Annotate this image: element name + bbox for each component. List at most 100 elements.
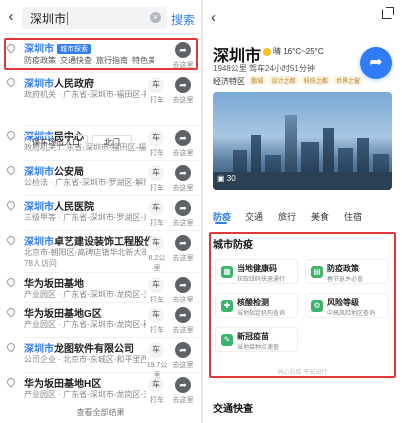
result-address: 产业园区 · 广东省-深圳市-龙岗区-五和… <box>24 390 146 399</box>
result-title[interactable]: 华为坂田基地H区 <box>24 375 101 390</box>
card-health-code[interactable]: ▦ 当地健康码 获取绿码快速通行 <box>215 259 298 284</box>
result-title[interactable]: 深圳市人民政府 <box>24 75 94 90</box>
card-vaccine[interactable]: ✎ 新冠疫苗 当地接种点速查 <box>215 327 298 352</box>
view-all-results-link[interactable]: 查看全部结果 <box>0 407 201 418</box>
result-row[interactable]: 华为坂田基地产业园区 · 广东省-深圳市-龙岗区-五和…车打车 ➦ 去这里 <box>0 272 201 305</box>
row-divider <box>24 72 201 73</box>
card-risk-level[interactable]: ⚙ 风险等级 中高风险地区查询 <box>305 293 388 318</box>
search-button[interactable]: 搜索 <box>171 11 195 28</box>
back-arrow-icon[interactable]: ‹ <box>0 8 22 25</box>
tab-transport[interactable]: 交通 <box>245 210 263 223</box>
go-here-icon[interactable]: ➦ <box>175 165 191 181</box>
active-tab-indicator <box>215 222 227 224</box>
vaccine-icon: ✎ <box>221 334 233 346</box>
search-results-panel: ‹ 深圳市 × 搜索 深圳市城市探索防疫政策交通快查旅行指南特色美食➦去这里深圳… <box>0 0 201 423</box>
search-input[interactable]: 深圳市 × <box>22 7 167 29</box>
result-row[interactable]: 华为坂田基地G区产业园区 · 广东省-深圳市-龙岗区-稼先…车打车 ➦ 去这里 <box>0 302 201 338</box>
taxi-icon[interactable]: 车 <box>148 342 164 358</box>
taxi-icon[interactable]: 车 <box>148 165 164 181</box>
risk-icon: ⚙ <box>311 300 323 312</box>
card-title: 风险等级 <box>327 298 359 307</box>
row-divider <box>24 372 201 373</box>
clear-icon[interactable]: × <box>150 12 161 23</box>
city-photo[interactable] <box>213 92 392 190</box>
result-address: 产业园区 · 广东省-深圳市-龙岗区-五和… <box>24 290 146 299</box>
result-title[interactable]: 深圳市人民医院 <box>24 198 94 213</box>
taxi-icon[interactable]: 车 <box>148 235 164 251</box>
row-divider <box>24 230 201 231</box>
card-title: 防疫政策 <box>327 264 359 273</box>
go-here-icon[interactable]: ➦ <box>175 307 191 323</box>
taxi-icon[interactable]: 车 <box>148 377 164 393</box>
card-subtitle: 中高风险地区查询 <box>327 311 376 317</box>
chip-parking-entrance[interactable]: 停车场出入口 <box>24 135 88 150</box>
result-row[interactable]: 深圳市卓艺建设装饰工程股份…北京市-朝阳区-高碑店镇华北新大街17… 78人访问 车… <box>0 230 201 273</box>
navigate-button[interactable]: ➦ <box>360 47 392 79</box>
taxi-icon[interactable]: 车 <box>148 130 164 146</box>
tab-food[interactable]: 美食 <box>311 210 329 223</box>
result-row[interactable]: 深圳市人民政府政府机关 · 广东省-深圳市-福田区-福中…车打车 ➦ 去这里 <box>0 72 201 125</box>
result-visits: 78人访问 <box>24 259 57 268</box>
taxi-label: 打车 <box>150 97 164 104</box>
taxi-label: 打车 <box>150 185 164 192</box>
card-nucleic-test[interactable]: ✚ 核酸检测 当地指定机构查询 <box>215 293 298 318</box>
city-tags: 经济特区 鹏城 设计之都 科技之都 世界之窗 <box>213 76 362 87</box>
result-row[interactable]: 华为坂田基地H区产业园区 · 广东省-深圳市-龙岗区-五和…车打车 ➦ 去这里 <box>0 372 201 405</box>
result-row[interactable]: 深圳市人民医院三级甲等 · 广东省-深圳市-罗湖区-东门…车打车 ➦ 去这里 <box>0 195 201 231</box>
go-here-icon[interactable]: ➦ <box>175 277 191 293</box>
tag-window-of-world: 世界之窗 <box>333 76 362 85</box>
sun-icon <box>263 48 271 56</box>
go-here-icon[interactable]: ➦ <box>175 200 191 216</box>
result-title[interactable]: 深圳市公安局 <box>24 163 84 178</box>
result-title[interactable]: 华为坂田基地 <box>24 275 84 290</box>
back-arrow-icon[interactable]: ‹ <box>211 9 216 26</box>
result-title[interactable]: 华为坂田基地G区 <box>24 305 102 320</box>
card-epidemic-policy[interactable]: ▤ 防疫政策 春节返乡必查 <box>305 259 388 284</box>
taxi-icon[interactable]: 车 <box>148 307 164 323</box>
distance-info: 1948公里 驾车24小时51分钟 <box>213 64 315 73</box>
tag-pengcheng: 鹏城 <box>249 76 266 85</box>
tag-design-capital: 设计之都 <box>269 76 298 85</box>
taxi-icon[interactable]: 车 <box>148 77 164 93</box>
location-pin-icon <box>5 76 17 88</box>
econ-label: 经济特区 <box>213 77 245 86</box>
result-row[interactable]: 深圳市龙图软件有限公司 公司企业 · 北京市-东城区-和平里西街车 19.7公里 ➦ 去… <box>0 337 201 379</box>
result-row[interactable]: 深圳市公安局 公检法 · 广东省-深圳市-罗湖区-解放路车打车 ➦ 去这里 <box>0 160 201 196</box>
go-here-icon[interactable]: ➦ <box>175 235 191 251</box>
location-pin-icon <box>5 164 17 176</box>
result-address: 政府机关 · 广东省-深圳市-福田区-福中… <box>24 90 146 99</box>
go-here-icon[interactable]: ➦ <box>175 377 191 393</box>
go-here-icon[interactable]: ➦ <box>175 77 191 93</box>
go-here-label: 去这里 <box>172 185 194 192</box>
taxi-label: 打车 <box>150 297 164 304</box>
result-title[interactable]: 深圳市龙图软件有限公司 <box>24 340 134 355</box>
tab-lodging[interactable]: 住宿 <box>344 210 362 223</box>
image-icon: ▣ <box>217 174 227 183</box>
go-here-label: 去这里 <box>172 327 194 334</box>
taxi-icon[interactable]: 车 <box>148 277 164 293</box>
search-query-text: 深圳市 <box>30 11 67 26</box>
detail-header: ‹ <box>203 0 402 34</box>
location-pin-icon <box>5 129 17 141</box>
go-here-icon[interactable]: ➦ <box>175 342 191 358</box>
result-address: 三级甲等 · 广东省-深圳市-罗湖区-东门… <box>24 213 146 222</box>
result-title[interactable]: 深圳市卓艺建设装饰工程股份… <box>24 233 164 248</box>
row-divider <box>24 337 201 338</box>
go-here-label: 去这里 <box>172 297 194 304</box>
chip-north-gate[interactable]: 北门 <box>92 135 132 150</box>
location-pin-icon <box>5 199 17 211</box>
test-icon: ✚ <box>221 300 233 312</box>
go-here-label: 去这里 <box>172 150 194 157</box>
go-here-icon[interactable]: ➦ <box>175 130 191 146</box>
taxi-icon[interactable]: 车 <box>148 200 164 216</box>
taxi-label: 打车 <box>150 150 164 157</box>
transport-section-title: 交通快查 <box>213 404 253 415</box>
tab-travel[interactable]: 旅行 <box>278 210 296 223</box>
weather-text: 晴 16°C~25°C <box>273 47 324 56</box>
result-address: 北京市-朝阳区-高碑店镇华北新大街17… <box>24 248 146 257</box>
text-caret <box>67 11 69 25</box>
row-divider <box>24 272 201 273</box>
card-subtitle: 春节返乡必查 <box>327 277 364 283</box>
row-divider <box>24 302 201 303</box>
location-pin-icon <box>5 341 17 353</box>
